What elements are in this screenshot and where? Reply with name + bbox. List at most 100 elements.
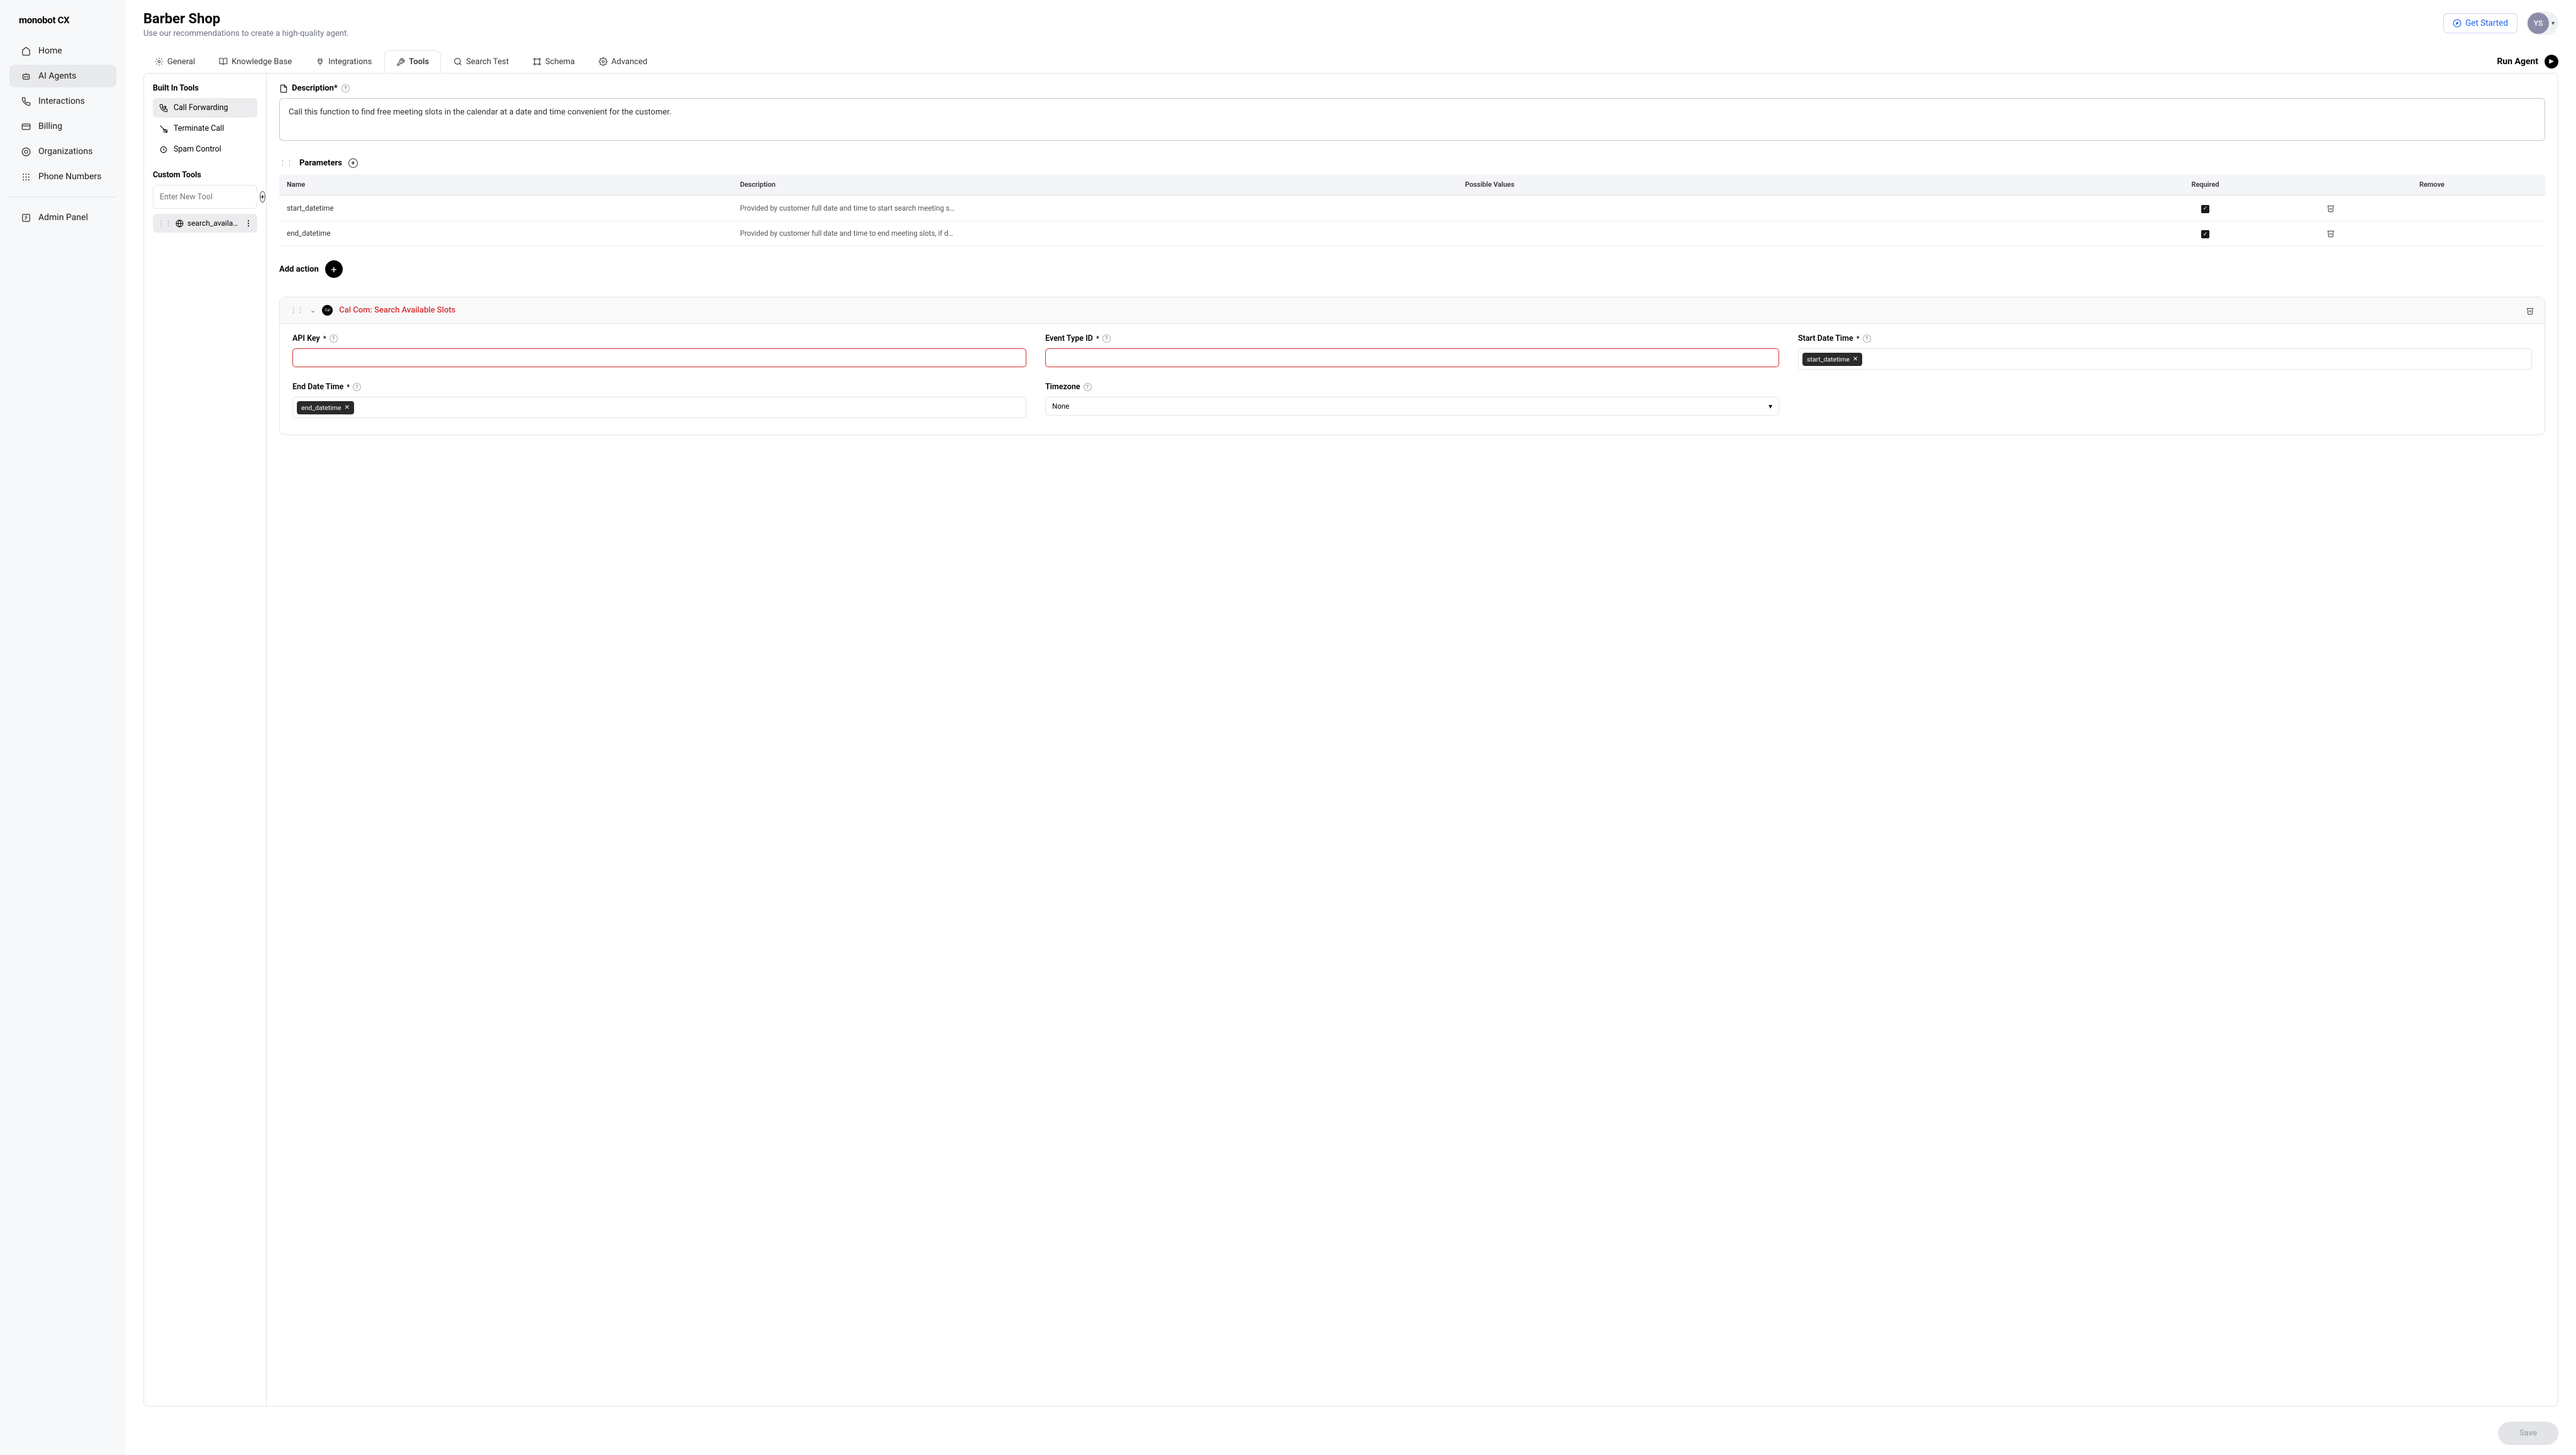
get-started-button[interactable]: Get Started — [2443, 13, 2518, 33]
tabs-row: General Knowledge Base Integrations Tool… — [126, 50, 2576, 73]
custom-tool-name: search_availab… — [187, 219, 241, 228]
help-icon[interactable]: ? — [330, 335, 338, 343]
tool-editor: Description* ? Call this function to fin… — [267, 74, 2558, 1406]
tab-integrations[interactable]: Integrations — [304, 50, 383, 73]
add-tool-button[interactable]: + — [260, 191, 265, 202]
field-start-date-time: Start Date Time * ? start_datetime ✕ — [1798, 334, 2532, 370]
gear-icon — [155, 57, 164, 66]
bug-icon — [159, 145, 168, 154]
end-date-time-input[interactable]: end_datetime ✕ — [292, 397, 1026, 418]
help-icon[interactable]: ? — [1102, 335, 1111, 343]
tools-side-panel: Built In Tools Call Forwarding Terminate… — [144, 74, 267, 1406]
sidebar: monobot CX Home AI Agents Interactions B… — [0, 0, 126, 1455]
new-tool-input-wrap: + — [153, 185, 257, 209]
page-title: Barber Shop — [143, 11, 349, 27]
add-action-button[interactable]: + — [325, 260, 343, 278]
description-label-row: Description* ? — [279, 84, 2545, 93]
page-subtitle: Use our recommendations to create a high… — [143, 29, 349, 38]
action-body: API Key * ? Event Type ID * ? Start Date… — [280, 324, 2545, 434]
checkbox-checked-icon[interactable]: ✓ — [2201, 205, 2209, 213]
timezone-select[interactable]: None ▾ — [1045, 397, 1779, 416]
chip-label: end_datetime — [301, 404, 341, 412]
sidebar-item-billing[interactable]: Billing — [9, 115, 116, 138]
tool-spam-control[interactable]: Spam Control — [153, 140, 257, 159]
tab-general[interactable]: General — [143, 50, 206, 73]
sidebar-item-organizations[interactable]: Organizations — [9, 140, 116, 163]
custom-tools-heading: Custom Tools — [153, 170, 257, 180]
sidebar-item-admin-panel[interactable]: Admin Panel — [9, 206, 116, 229]
robot-icon — [21, 71, 31, 81]
drag-handle-icon[interactable]: ⋮⋮ — [290, 306, 304, 314]
trash-icon[interactable] — [2326, 229, 2538, 238]
table-row[interactable]: end_datetime Provided by customer full d… — [279, 221, 2545, 246]
play-icon: ▶ — [2545, 55, 2558, 69]
help-icon[interactable]: ? — [1863, 335, 1871, 343]
sidebar-item-interactions[interactable]: Interactions — [9, 90, 116, 113]
field-end-date-time: End Date Time * ? end_datetime ✕ — [292, 382, 1026, 418]
chip-remove-icon[interactable]: ✕ — [1853, 356, 1858, 363]
tool-terminate-call[interactable]: Terminate Call — [153, 119, 257, 138]
tab-knowledge-base[interactable]: Knowledge Base — [208, 50, 303, 73]
wrench-icon — [396, 58, 405, 67]
tool-label: Terminate Call — [174, 124, 224, 133]
globe-icon — [175, 219, 184, 228]
grip-icon: ⋮⋮ — [279, 159, 293, 167]
checkbox-checked-icon[interactable]: ✓ — [2201, 230, 2209, 238]
user-menu[interactable]: YS ▾ — [2526, 11, 2558, 35]
run-agent-button[interactable]: Run Agent ▶ — [2497, 55, 2558, 69]
nav-label: Home — [38, 46, 62, 56]
organizations-icon — [21, 147, 31, 157]
nav-label: Organizations — [38, 147, 92, 157]
phone-icon — [21, 96, 31, 106]
tab-label: Advanced — [611, 57, 647, 67]
save-button[interactable]: Save — [2498, 1422, 2558, 1445]
trash-icon[interactable] — [2526, 306, 2534, 315]
sidebar-item-home[interactable]: Home — [9, 40, 116, 62]
tool-label: Spam Control — [174, 145, 221, 154]
field-label: API Key — [292, 334, 320, 343]
tool-label: Call Forwarding — [174, 103, 228, 113]
start-date-time-input[interactable]: start_datetime ✕ — [1798, 348, 2532, 370]
api-key-input[interactable] — [292, 348, 1026, 367]
description-textarea[interactable]: Call this function to find free meeting … — [279, 98, 2545, 141]
nav-label: Admin Panel — [38, 213, 88, 223]
add-parameter-button[interactable]: + — [348, 158, 358, 168]
tool-call-forwarding[interactable]: Call Forwarding — [153, 98, 257, 118]
drag-handle-icon[interactable]: ⋮⋮ — [158, 219, 172, 228]
param-remove-cell — [2319, 221, 2545, 246]
custom-tool-item[interactable]: ⋮⋮ search_availab… ⋮ — [153, 214, 257, 233]
parameters-header: ⋮⋮ Parameters + — [279, 158, 2545, 168]
sidebar-item-phone-numbers[interactable]: Phone Numbers — [9, 165, 116, 188]
sidebar-item-ai-agents[interactable]: AI Agents — [9, 65, 116, 87]
chip-end-datetime: end_datetime ✕ — [297, 401, 354, 414]
compass-icon — [2453, 19, 2462, 28]
run-agent-label: Run Agent — [2497, 57, 2538, 67]
avatar: YS — [2528, 13, 2549, 34]
col-remove: Remove — [2319, 174, 2545, 196]
tab-schema[interactable]: Schema — [521, 50, 586, 73]
param-required-cell: ✓ — [2092, 221, 2318, 246]
description-label: Description* — [292, 84, 338, 93]
schema-icon — [533, 57, 541, 66]
help-icon[interactable]: ? — [1084, 383, 1092, 391]
tab-tools[interactable]: Tools — [384, 50, 441, 74]
select-value: None — [1052, 402, 1069, 411]
col-possible-values: Possible Values — [1458, 174, 2092, 196]
trash-icon[interactable] — [2326, 204, 2538, 213]
chip-remove-icon[interactable]: ✕ — [344, 404, 349, 411]
chevron-down-icon: ▾ — [1768, 402, 1772, 411]
nav-label: Billing — [38, 121, 62, 131]
chevron-down-icon[interactable]: ⌄ — [310, 306, 316, 314]
help-icon[interactable]: ? — [353, 383, 361, 391]
plug-icon — [316, 57, 325, 66]
help-icon[interactable]: ? — [341, 84, 350, 92]
field-timezone: Timezone? None ▾ — [1045, 382, 1779, 418]
new-tool-input[interactable] — [160, 192, 260, 202]
chevron-down-icon: ▾ — [2551, 20, 2555, 27]
event-type-id-input[interactable] — [1045, 348, 1779, 367]
more-icon[interactable]: ⋮ — [245, 219, 252, 228]
hangup-icon — [159, 124, 168, 133]
table-row[interactable]: start_datetime Provided by customer full… — [279, 196, 2545, 221]
tab-search-test[interactable]: Search Test — [442, 50, 520, 73]
tab-advanced[interactable]: Advanced — [587, 50, 658, 73]
